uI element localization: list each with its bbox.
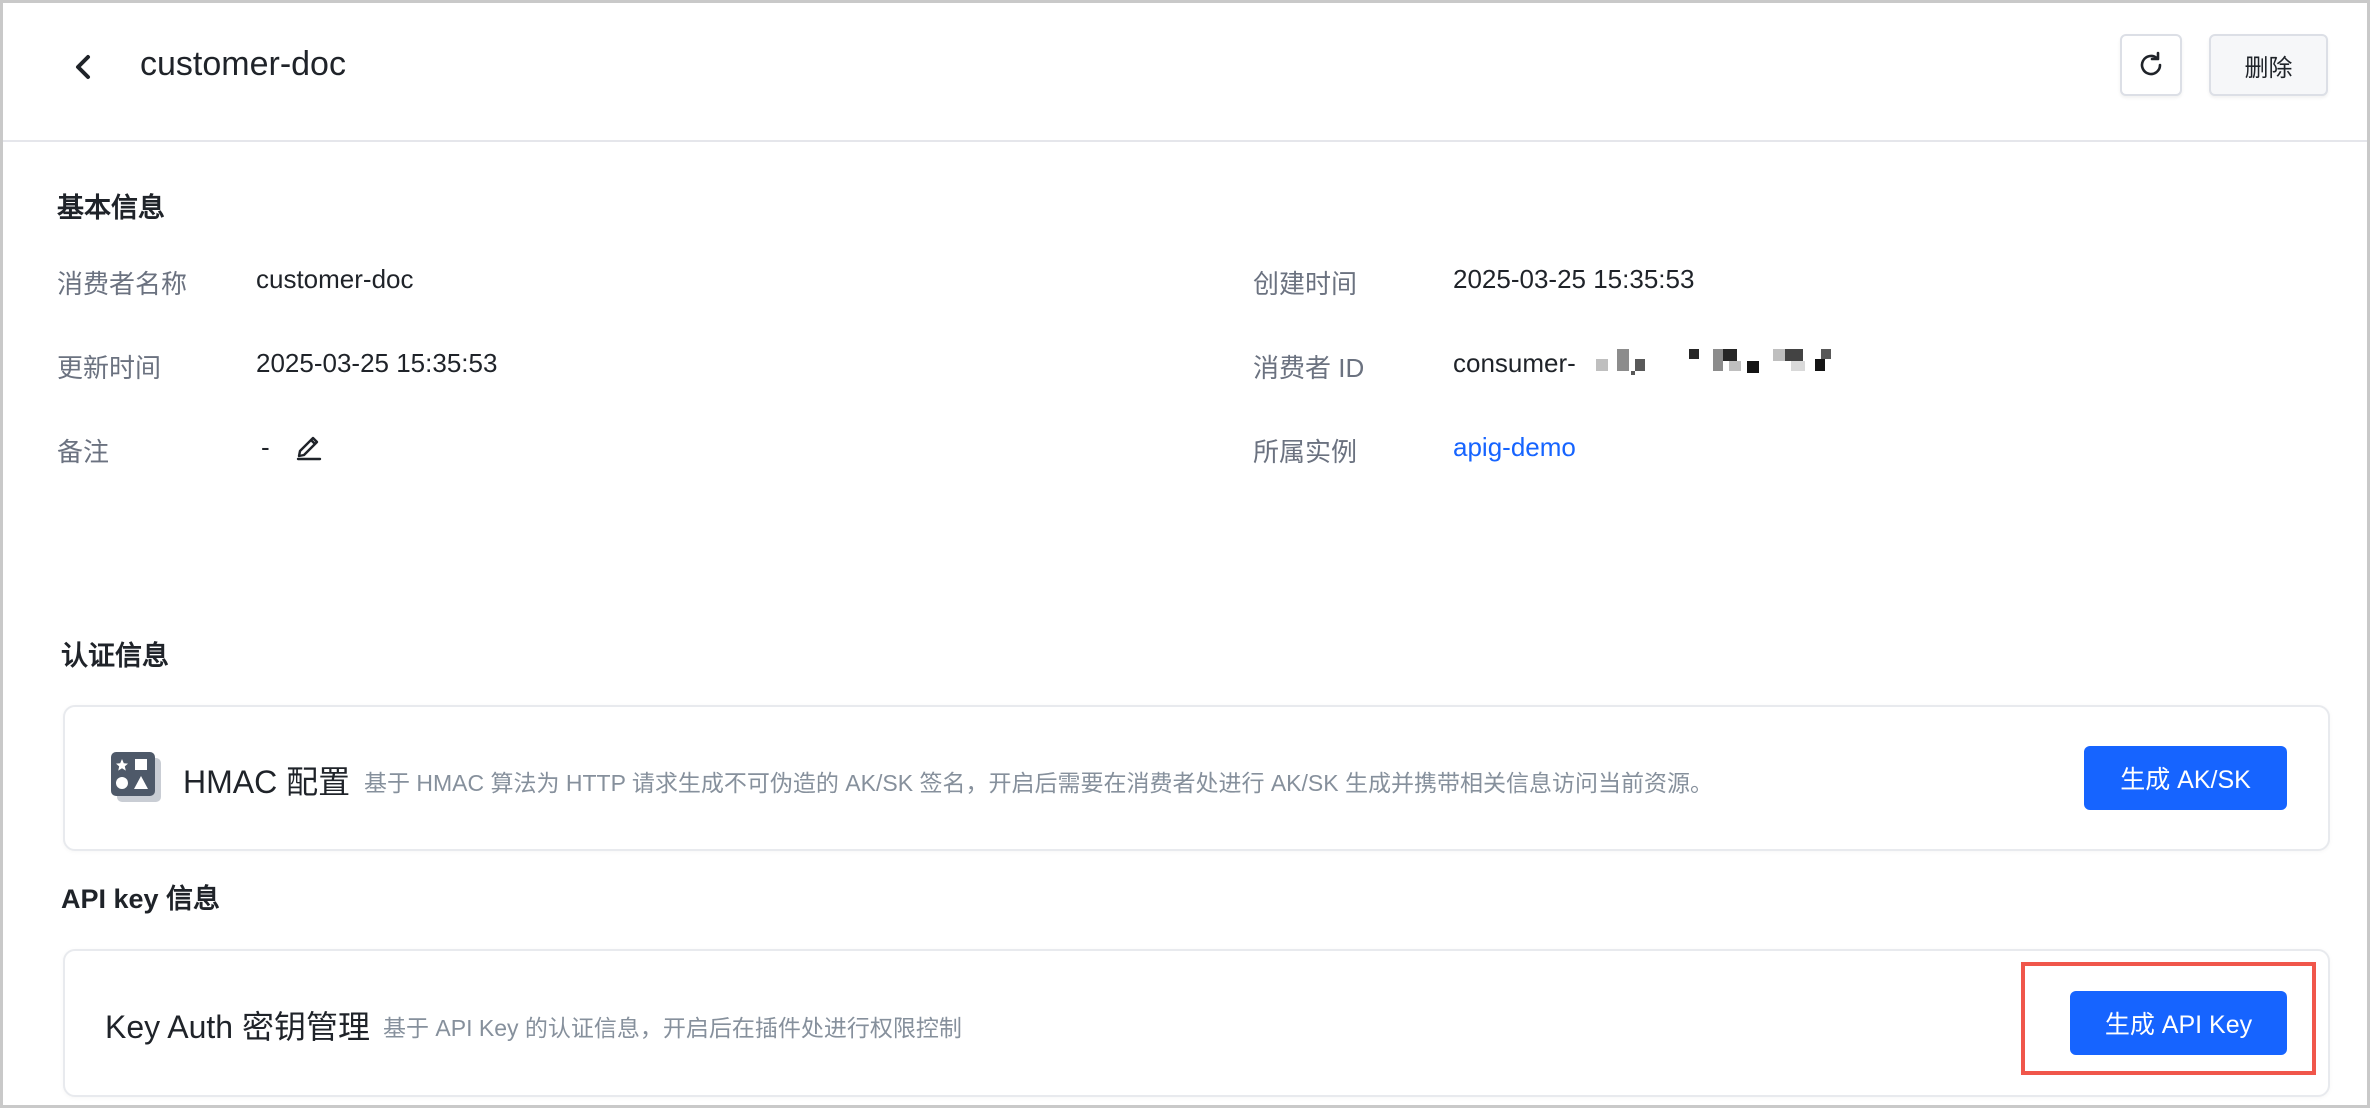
hmac-config-icon [111,752,161,802]
chevron-left-icon [76,55,90,79]
refresh-button[interactable] [2120,34,2182,96]
consumer-id-redacted [1591,347,1851,375]
page-frame: customer-doc 删除 基本信息 消费者名称 customer-doc … [0,0,2370,1108]
page-title: customer-doc [140,45,346,83]
hmac-config-description: 基于 HMAC 算法为 HTTP 请求生成不可伪造的 AK/SK 签名，开启后需… [364,770,1713,796]
api-key-info-title: API key 信息 [61,884,221,914]
generate-aksk-button[interactable]: 生成 AK/SK [2084,746,2287,810]
consumer-id-label: 消费者 ID [1253,353,1365,383]
consumer-name-label: 消费者名称 [57,269,188,299]
delete-button[interactable]: 删除 [2209,34,2328,96]
hmac-config-card: HMAC 配置 基于 HMAC 算法为 HTTP 请求生成不可伪造的 AK/SK… [63,705,2330,851]
remark-label: 备注 [57,437,110,467]
auth-info-title: 认证信息 [61,641,169,671]
consumer-name-value: customer-doc [256,264,414,294]
key-auth-description: 基于 API Key 的认证信息，开启后在插件处进行权限控制 [383,1015,962,1041]
created-time-value: 2025-03-25 15:35:53 [1453,264,1695,294]
key-auth-card: Key Auth 密钥管理 基于 API Key 的认证信息，开启后在插件处进行… [63,949,2330,1097]
created-time-label: 创建时间 [1253,269,1358,299]
back-button[interactable] [65,49,101,85]
remark-value: - [261,432,270,462]
generate-api-key-button[interactable]: 生成 API Key [2070,991,2287,1055]
page-header: customer-doc 删除 [3,3,2367,142]
instance-label: 所属实例 [1253,437,1358,467]
consumer-id-value: consumer- [1453,348,1576,378]
hmac-config-title: HMAC 配置 [183,764,351,800]
refresh-icon [2140,51,2162,76]
updated-time-label: 更新时间 [57,353,162,383]
basic-info-title: 基本信息 [57,193,165,223]
pencil-icon[interactable] [293,429,325,461]
key-auth-title: Key Auth 密钥管理 [105,1009,370,1045]
instance-link[interactable]: apig-demo [1453,432,1576,463]
updated-time-value: 2025-03-25 15:35:53 [256,348,498,378]
